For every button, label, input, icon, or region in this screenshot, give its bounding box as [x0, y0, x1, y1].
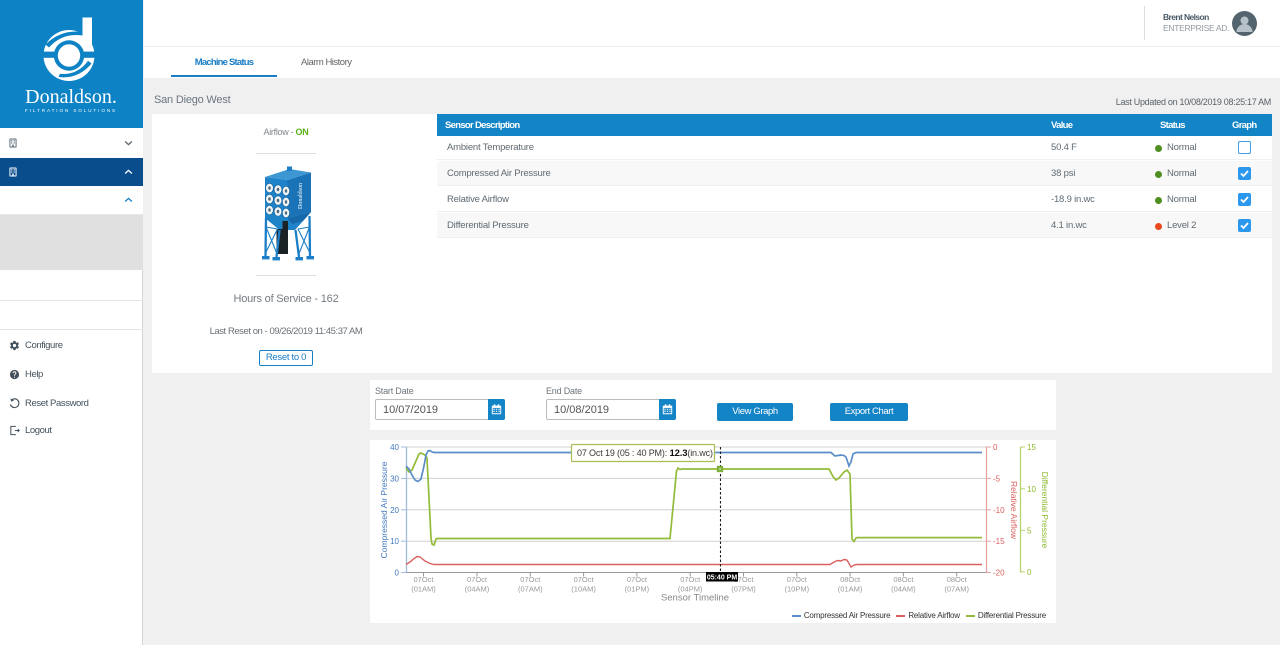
- svg-text:Relative Airflow: Relative Airflow: [1009, 481, 1019, 540]
- svg-text:FILTRATION SOLUTIONS: FILTRATION SOLUTIONS: [25, 108, 117, 113]
- svg-text:0: 0: [1027, 568, 1032, 577]
- svg-text:30: 30: [390, 474, 399, 483]
- svg-text:-5: -5: [993, 474, 1001, 483]
- svg-text:-15: -15: [993, 537, 1005, 546]
- svg-text:07Oct: 07Oct: [574, 575, 595, 584]
- svg-text:Sensor Timeline: Sensor Timeline: [661, 593, 729, 604]
- svg-text:40: 40: [390, 443, 399, 452]
- svg-text:(04AM): (04AM): [891, 585, 916, 594]
- svg-text:(10AM): (10AM): [571, 585, 596, 594]
- svg-text:05:40 PM: 05:40 PM: [707, 575, 738, 582]
- svg-text:10: 10: [390, 537, 399, 546]
- svg-text:-10: -10: [993, 506, 1005, 515]
- svg-text:08Oct: 08Oct: [840, 575, 861, 584]
- svg-text:(07PM): (07PM): [731, 585, 756, 594]
- svg-text:(01PM): (01PM): [625, 585, 650, 594]
- svg-text:08Oct: 08Oct: [947, 575, 968, 584]
- svg-text:07Oct: 07Oct: [520, 575, 541, 584]
- svg-text:07Oct: 07Oct: [467, 575, 488, 584]
- svg-text:0: 0: [395, 569, 400, 578]
- svg-text:07Oct: 07Oct: [627, 575, 648, 584]
- svg-text:(07AM): (07AM): [944, 585, 969, 594]
- svg-text:Compressed Air Pressure: Compressed Air Pressure: [379, 461, 389, 558]
- svg-text:07Oct: 07Oct: [680, 575, 701, 584]
- svg-text:07Oct: 07Oct: [413, 575, 434, 584]
- svg-text:(01AM): (01AM): [411, 585, 436, 594]
- svg-text:Donaldson: Donaldson: [298, 183, 304, 209]
- svg-text:07Oct: 07Oct: [787, 575, 808, 584]
- svg-text:Donaldson.: Donaldson.: [25, 86, 117, 108]
- svg-text:Differential Pressure: Differential Pressure: [1040, 472, 1050, 549]
- svg-text:-20: -20: [993, 569, 1005, 578]
- svg-text:(10PM): (10PM): [785, 585, 810, 594]
- svg-text:(04AM): (04AM): [465, 585, 490, 594]
- svg-text:07 Oct 19 (05 : 40 PM): 12.3(i: 07 Oct 19 (05 : 40 PM): 12.3(in.wc): [577, 448, 713, 459]
- svg-text:(01AM): (01AM): [838, 585, 863, 594]
- svg-text:5: 5: [1027, 526, 1032, 535]
- svg-text:15: 15: [1027, 443, 1036, 452]
- svg-text:(07AM): (07AM): [518, 585, 543, 594]
- svg-text:08Oct: 08Oct: [893, 575, 914, 584]
- svg-text:10: 10: [1027, 485, 1036, 494]
- svg-text:20: 20: [390, 506, 399, 515]
- svg-text:0: 0: [993, 443, 998, 452]
